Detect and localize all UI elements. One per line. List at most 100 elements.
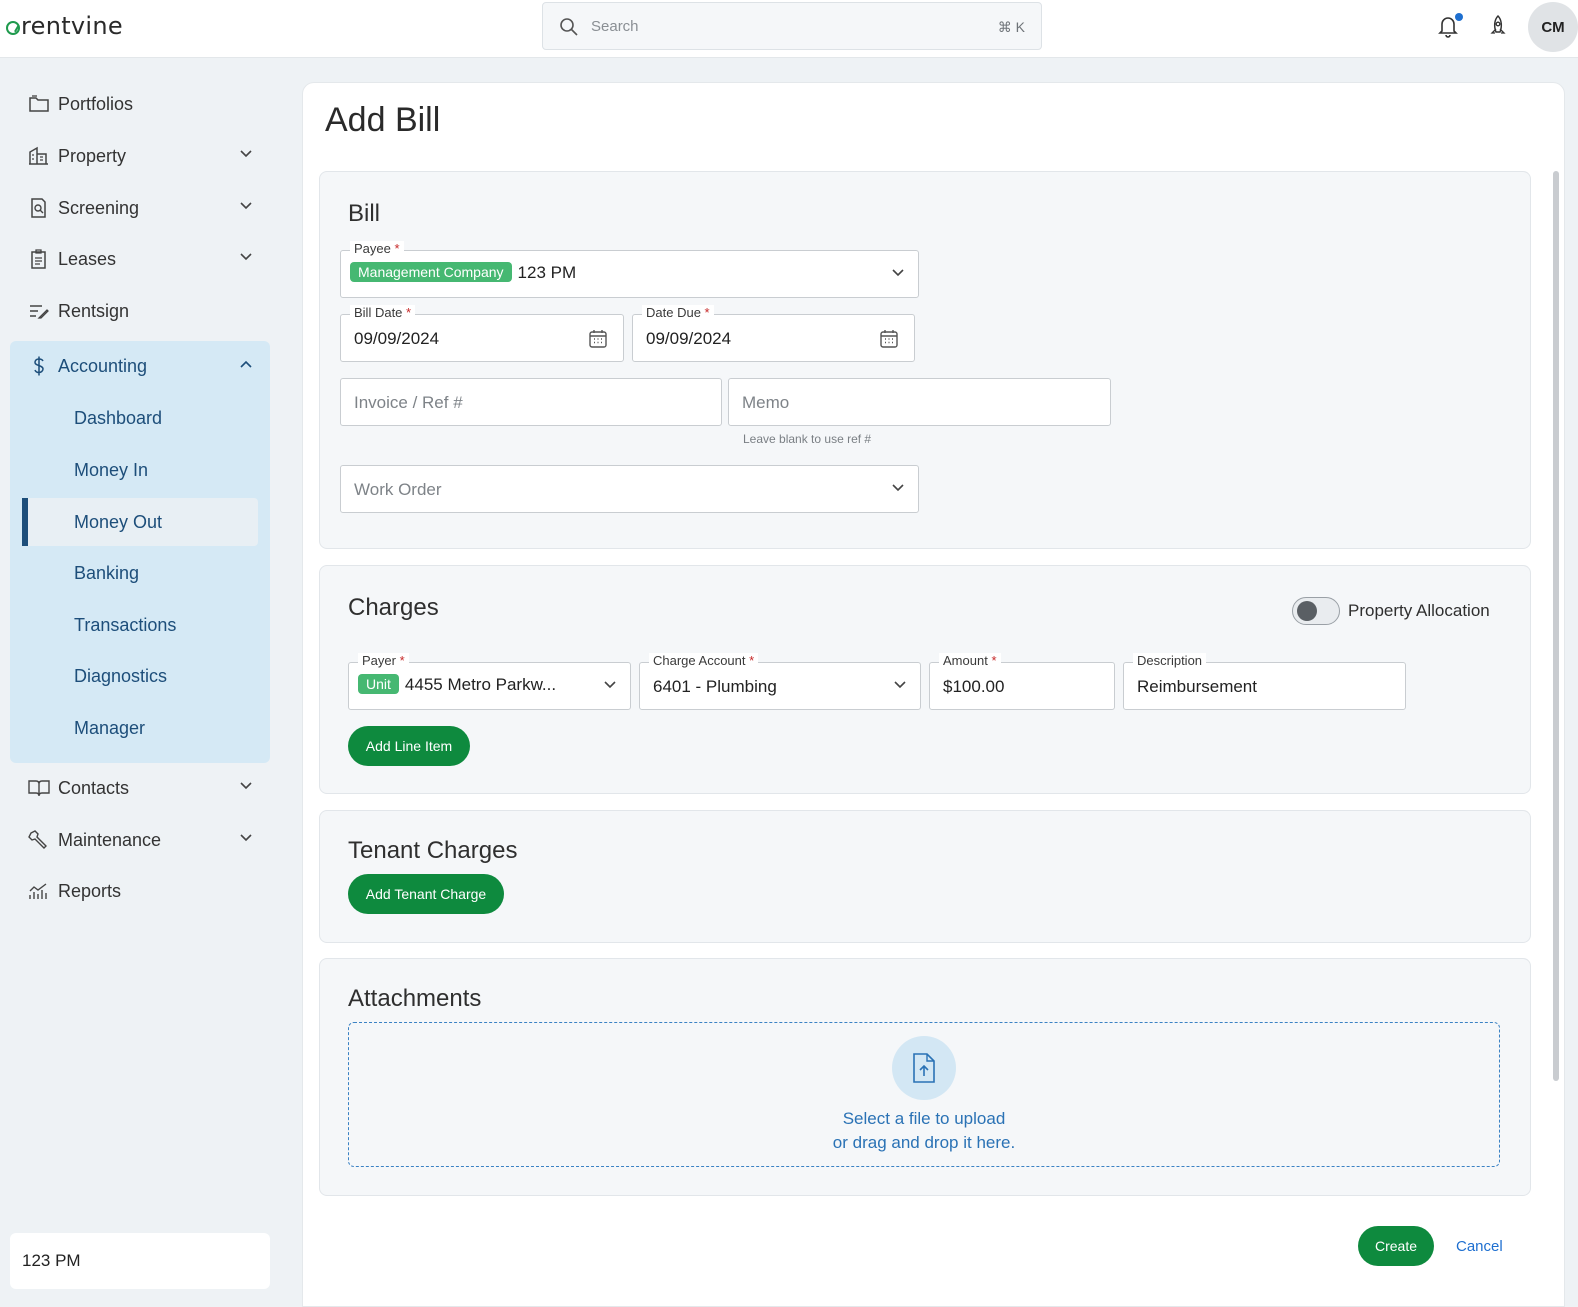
description-input[interactable]: Description Reimbursement (1123, 653, 1406, 710)
property-allocation-toggle[interactable] (1292, 597, 1340, 625)
payee-type-chip: Management Company (350, 261, 512, 282)
search-shortcut: ⌘ K (997, 19, 1025, 35)
date-due-value: 09/09/2024 (646, 329, 732, 348)
rocket-icon[interactable] (1488, 14, 1508, 38)
dropzone-text-line2: or drag and drop it here. (832, 1133, 1016, 1152)
logo-text: rentvine (21, 12, 123, 40)
sidebar-item-label: Screening (58, 197, 140, 218)
toggle-knob (1297, 601, 1317, 621)
dropzone-text-line1: Select a file to upload (842, 1109, 1006, 1128)
search-icon (560, 18, 578, 36)
attachments-card: Attachments Select a file to upload or d… (319, 958, 1531, 1196)
building-icon (29, 146, 48, 165)
create-button[interactable]: Create (1358, 1226, 1434, 1266)
add-line-item-button[interactable]: Add Line Item (348, 726, 470, 766)
sidebar-subitem-dashboard[interactable]: Dashboard (22, 394, 258, 442)
notification-dot (1455, 13, 1463, 21)
sidebar-item-label: Reports (58, 880, 122, 901)
payer-select[interactable]: Payer * Unit 4455 Metro Parkw... (348, 653, 631, 710)
sidebar-subitem-banking[interactable]: Banking (22, 549, 258, 597)
memo-input[interactable]: Memo (728, 378, 1111, 426)
chevron-down-icon (240, 150, 252, 158)
upload-file-icon (913, 1053, 935, 1083)
date-due-label: Date Due * (642, 305, 714, 321)
upload-file-icon-wrapper (892, 1036, 956, 1100)
sidebar-item-label: Leases (58, 248, 117, 269)
user-avatar[interactable]: CM (1528, 2, 1578, 52)
sign-icon (30, 305, 49, 319)
chevron-down-icon (240, 202, 252, 210)
sidebar-item-property[interactable]: Property (10, 131, 270, 181)
bill-date-label: Bill Date * (350, 305, 416, 321)
charges-card: Charges Property Allocation Payer * Unit… (319, 565, 1531, 794)
search-placeholder: Search (591, 18, 639, 35)
payee-select[interactable]: Payee * Management Company 123 PM (340, 241, 919, 298)
work-order-select[interactable]: Work Order (340, 465, 919, 513)
chevron-down-icon (240, 253, 252, 261)
sidebar-subitem-diagnostics[interactable]: Diagnostics (22, 652, 258, 700)
chevron-up-icon (240, 360, 252, 368)
bill-section-title: Bill (348, 200, 381, 227)
cancel-link[interactable]: Cancel (1456, 1238, 1503, 1255)
memo-hint: Leave blank to use ref # (743, 432, 872, 446)
chevron-down-icon (892, 269, 904, 277)
sidebar-item-maintenance[interactable]: Maintenance (10, 815, 270, 865)
work-order-placeholder: Work Order (354, 480, 442, 499)
scrollbar[interactable] (1553, 171, 1559, 1081)
payer-label: Payer * (358, 653, 409, 669)
page-title: Add Bill (325, 101, 441, 139)
sidebar-subitem-manager[interactable]: Manager (22, 704, 258, 752)
date-due-field[interactable]: Date Due * 09/09/2024 (632, 305, 915, 362)
sidebar-item-screening[interactable]: Screening (10, 183, 270, 233)
attachments-section-title: Attachments (348, 985, 482, 1012)
bill-date-field[interactable]: Bill Date * 09/09/2024 (340, 305, 624, 362)
main-content: Add Bill Bill Payee * Management Company… (302, 82, 1565, 1307)
description-label: Description (1133, 653, 1207, 669)
file-dropzone[interactable]: Select a file to upload or drag and drop… (348, 1022, 1500, 1167)
folder-icon (29, 95, 49, 112)
payer-type-chip: Unit (358, 673, 399, 694)
sidebar-item-label: Maintenance (58, 829, 162, 850)
sidebar-subitem-money-in[interactable]: Money In (22, 446, 258, 494)
calendar-icon[interactable] (589, 329, 607, 348)
sidebar-item-portfolios[interactable]: Portfolios (10, 79, 270, 129)
sidebar-item-contacts[interactable]: Contacts (10, 763, 270, 813)
sidebar-item-leases[interactable]: Leases (10, 234, 270, 284)
amount-input[interactable]: Amount * $100.00 (929, 653, 1115, 710)
payee-label: Payee * (350, 241, 404, 257)
charge-account-select[interactable]: Charge Account * 6401 - Plumbing (639, 653, 921, 710)
calendar-icon[interactable] (880, 329, 898, 348)
search-input[interactable]: Search ⌘ K (542, 2, 1042, 50)
chevron-down-icon (240, 834, 252, 842)
book-icon (28, 780, 50, 797)
chevron-down-icon (240, 782, 252, 790)
invoice-ref-placeholder: Invoice / Ref # (354, 393, 463, 412)
rentvine-logo[interactable]: rentvine (6, 12, 123, 40)
payee-value: Management Company 123 PM (350, 261, 576, 284)
chart-icon (29, 883, 47, 899)
sidebar-item-label: Property (58, 145, 127, 166)
tenant-charges-card: Tenant Charges Add Tenant Charge (319, 810, 1531, 943)
property-allocation-label: Property Allocation (1348, 601, 1490, 620)
portfolio-selector[interactable]: 123 PM (10, 1233, 270, 1289)
dollar-icon (34, 356, 44, 376)
search-document-icon (31, 198, 46, 218)
top-bar: rentvine Search ⌘ K CM (0, 0, 1578, 58)
bill-card: Bill Payee * Management Company 123 PM Bi… (319, 171, 1531, 549)
clipboard-icon (31, 249, 46, 269)
sidebar-item-rentsign[interactable]: Rentsign (10, 286, 270, 336)
add-tenant-charge-button[interactable]: Add Tenant Charge (348, 874, 504, 914)
charge-account-value: 6401 - Plumbing (653, 677, 777, 696)
bill-date-value: 09/09/2024 (354, 329, 440, 348)
chevron-down-icon (894, 681, 906, 689)
sidebar-item-label: Contacts (58, 777, 130, 798)
charge-account-label: Charge Account * (649, 653, 759, 669)
sidebar-item-accounting[interactable]: Accounting (10, 341, 270, 391)
wrench-icon (28, 830, 47, 849)
sidebar-subitem-transactions[interactable]: Transactions (22, 601, 258, 649)
sidebar-item-reports[interactable]: Reports (10, 866, 270, 916)
sidebar-subitem-money-out[interactable]: Money Out (22, 498, 258, 546)
tenant-charges-section-title: Tenant Charges (348, 837, 518, 864)
invoice-ref-input[interactable]: Invoice / Ref # (340, 378, 722, 426)
amount-value: $100.00 (943, 677, 1005, 696)
